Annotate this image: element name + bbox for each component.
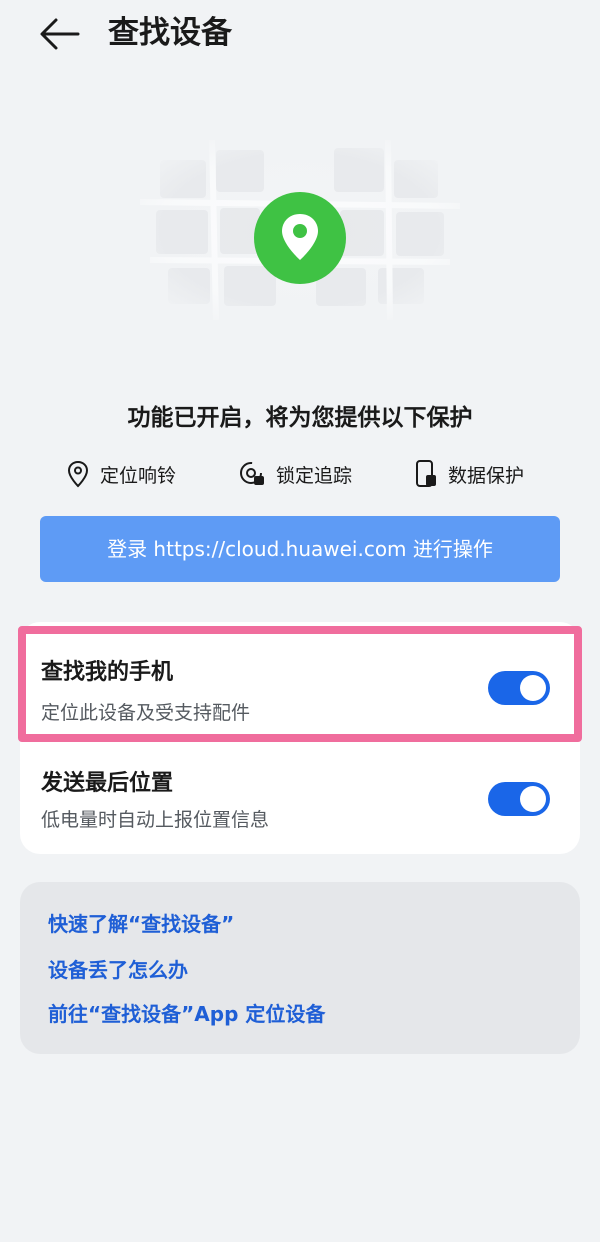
lock-tracking-icon bbox=[240, 462, 264, 485]
location-pin-icon bbox=[254, 192, 346, 284]
help-links-card: 快速了解“查找设备” 设备丢了怎么办 前往“查找设备”App 定位设备 bbox=[20, 882, 580, 1054]
back-button[interactable] bbox=[38, 14, 82, 54]
row-description: 低电量时自动上报位置信息 bbox=[41, 809, 270, 831]
feature-list: 定位响铃 锁定追踪 数据保护 bbox=[0, 456, 600, 496]
row-description: 定位此设备及受支持配件 bbox=[41, 702, 251, 724]
toggle-knob bbox=[520, 675, 546, 701]
learn-find-device-link[interactable]: 快速了解“查找设备” bbox=[48, 909, 234, 939]
app-header: 查找设备 bbox=[0, 0, 600, 70]
feature-locate-ring: 定位响铃 bbox=[66, 456, 176, 492]
page-title: 查找设备 bbox=[108, 15, 232, 51]
feature-label: 数据保护 bbox=[448, 464, 525, 487]
protection-heading: 功能已开启，将为您提供以下保护 bbox=[127, 405, 473, 431]
open-find-device-app-link[interactable]: 前往“查找设备”App 定位设备 bbox=[48, 999, 325, 1029]
feature-lock-track: 锁定追踪 bbox=[238, 456, 352, 492]
row-title: 发送最后位置 bbox=[41, 771, 174, 796]
device-lost-link[interactable]: 设备丢了怎么办 bbox=[48, 955, 188, 985]
hero-illustration bbox=[120, 130, 480, 330]
back-arrow-icon bbox=[40, 18, 80, 50]
location-pin-icon bbox=[67, 460, 89, 488]
phone-data-icon bbox=[416, 460, 436, 487]
find-my-phone-toggle[interactable] bbox=[488, 671, 550, 705]
send-last-location-row[interactable]: 发送最后位置 低电量时自动上报位置信息 bbox=[20, 740, 580, 852]
settings-card: 查找我的手机 定位此设备及受支持配件 发送最后位置 低电量时自动上报位置信息 bbox=[18, 622, 582, 854]
cloud-login-button[interactable]: 登录 https://cloud.huawei.com 进行操作 bbox=[40, 516, 560, 582]
find-my-phone-row[interactable]: 查找我的手机 定位此设备及受支持配件 bbox=[18, 626, 582, 742]
toggle-knob bbox=[520, 786, 546, 812]
feature-label: 定位响铃 bbox=[100, 464, 177, 487]
send-last-location-toggle[interactable] bbox=[488, 782, 550, 816]
row-title: 查找我的手机 bbox=[41, 660, 174, 685]
feature-label: 锁定追踪 bbox=[276, 464, 353, 487]
feature-data-protection: 数据保护 bbox=[414, 456, 524, 492]
